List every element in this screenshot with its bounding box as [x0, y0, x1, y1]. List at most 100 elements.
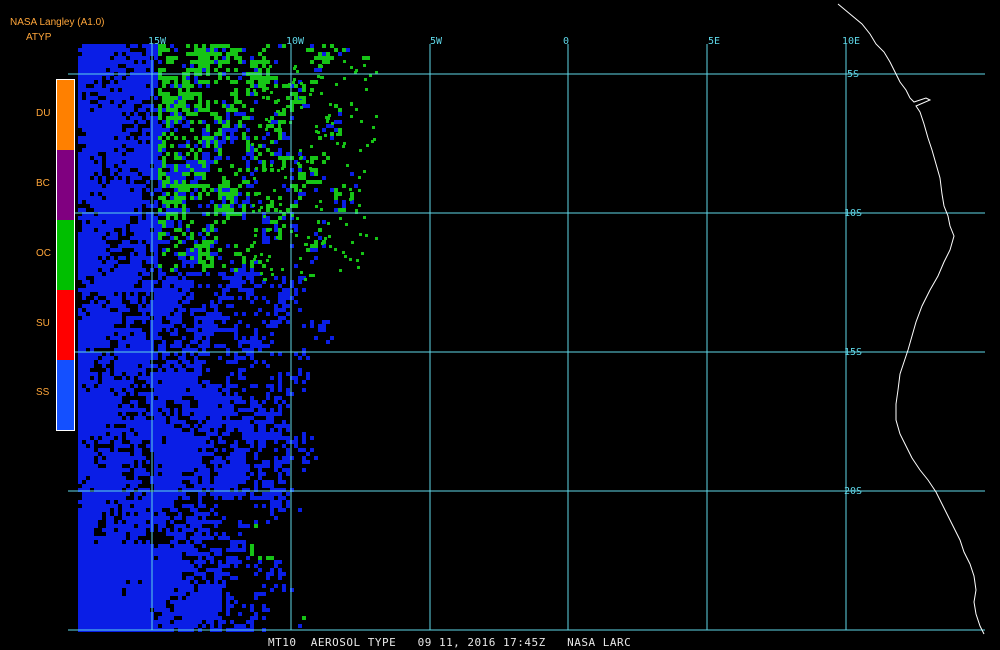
organic-carbon-pixel	[361, 252, 364, 255]
sea-salt-pixel	[174, 384, 178, 388]
sea-salt-pixel	[226, 284, 230, 288]
sea-salt-pixel	[90, 188, 94, 192]
organic-carbon-pixel	[330, 132, 334, 136]
sea-salt-pixel	[106, 228, 110, 232]
sea-salt-pixel	[106, 476, 110, 480]
sea-salt-pixel	[86, 380, 90, 384]
sea-salt-pixel	[158, 376, 162, 380]
sea-salt-pixel	[190, 604, 194, 608]
sea-salt-pixel	[118, 184, 122, 188]
sea-salt-pixel	[106, 160, 110, 164]
sea-salt-pixel	[326, 320, 330, 324]
organic-carbon-pixel	[202, 228, 206, 232]
sea-salt-pixel	[222, 400, 226, 404]
sea-salt-pixel	[134, 520, 138, 524]
sea-salt-pixel	[294, 376, 298, 380]
sea-salt-pixel	[86, 192, 90, 196]
organic-carbon-pixel	[325, 116, 328, 119]
sea-salt-pixel	[138, 360, 142, 364]
sea-salt-pixel	[138, 436, 142, 440]
sea-salt-pixel	[166, 384, 170, 388]
sea-salt-pixel	[134, 508, 138, 512]
sea-salt-pixel	[138, 240, 142, 244]
sea-salt-pixel	[122, 108, 126, 112]
sea-salt-pixel	[186, 400, 190, 404]
sea-salt-pixel	[106, 456, 110, 460]
sea-salt-pixel	[114, 224, 118, 228]
sea-salt-pixel	[94, 176, 98, 180]
sea-salt-pixel	[130, 152, 134, 156]
sea-salt-pixel	[94, 232, 98, 236]
sea-salt-pixel	[130, 336, 134, 340]
sea-salt-pixel	[146, 568, 150, 572]
sea-salt-pixel	[126, 76, 130, 80]
sea-salt-pixel	[270, 432, 274, 436]
sea-salt-pixel	[194, 308, 198, 312]
sea-salt-pixel	[86, 224, 90, 228]
sea-salt-pixel	[202, 388, 206, 392]
sea-salt-pixel	[86, 88, 90, 92]
sea-salt-pixel	[98, 508, 102, 512]
sea-salt-pixel	[278, 376, 282, 380]
sea-salt-pixel	[90, 132, 94, 136]
sea-salt-pixel	[310, 248, 314, 252]
sea-salt-pixel	[246, 288, 250, 292]
sea-salt-pixel	[166, 376, 170, 380]
sea-salt-pixel	[138, 76, 142, 80]
sea-salt-pixel	[194, 560, 198, 564]
sea-salt-pixel	[190, 280, 194, 284]
sea-salt-pixel	[118, 472, 122, 476]
sea-salt-pixel	[102, 400, 106, 404]
sea-salt-pixel	[270, 588, 274, 592]
sea-salt-pixel	[222, 584, 226, 588]
sea-salt-pixel	[78, 88, 82, 92]
sea-salt-pixel	[210, 324, 214, 328]
sea-salt-pixel	[254, 312, 258, 316]
organic-carbon-pixel	[310, 60, 314, 64]
organic-carbon-pixel	[162, 84, 166, 88]
sea-salt-pixel	[82, 568, 86, 572]
organic-carbon-pixel	[234, 56, 238, 60]
sea-salt-pixel	[194, 416, 198, 420]
sea-salt-pixel	[158, 132, 162, 136]
sea-salt-pixel	[106, 104, 110, 108]
sea-salt-pixel	[162, 520, 166, 524]
organic-carbon-pixel	[174, 196, 178, 200]
sea-salt-pixel	[98, 468, 102, 472]
sea-salt-pixel	[86, 540, 90, 544]
sea-salt-pixel	[114, 268, 118, 272]
sea-salt-pixel	[154, 132, 158, 136]
sea-salt-pixel	[90, 384, 94, 388]
sea-salt-pixel	[254, 404, 258, 408]
sea-salt-pixel	[162, 624, 166, 628]
sea-salt-pixel	[174, 620, 178, 624]
sea-salt-pixel	[142, 508, 146, 512]
sea-salt-pixel	[126, 556, 130, 560]
sea-salt-pixel	[94, 112, 98, 116]
sea-salt-pixel	[154, 548, 158, 552]
sea-salt-pixel	[178, 280, 182, 284]
sea-salt-pixel	[146, 544, 150, 548]
sea-salt-pixel	[78, 456, 82, 460]
sea-salt-pixel	[82, 496, 86, 500]
sea-salt-pixel	[110, 452, 114, 456]
sea-salt-pixel	[90, 180, 94, 184]
sea-salt-pixel	[118, 56, 122, 60]
sea-salt-pixel	[130, 408, 134, 412]
sea-salt-pixel	[270, 496, 274, 500]
sea-salt-pixel	[154, 136, 158, 140]
sea-salt-pixel	[226, 288, 230, 292]
sea-salt-pixel	[198, 584, 202, 588]
organic-carbon-pixel	[162, 184, 166, 188]
sea-salt-pixel	[118, 216, 122, 220]
sea-salt-pixel	[90, 452, 94, 456]
sea-salt-pixel	[166, 364, 170, 368]
sea-salt-pixel	[258, 424, 262, 428]
sea-salt-pixel	[98, 108, 102, 112]
sea-salt-pixel	[90, 360, 94, 364]
sea-salt-pixel	[86, 452, 90, 456]
sea-salt-pixel	[194, 424, 198, 428]
sea-salt-pixel	[206, 324, 210, 328]
sea-salt-pixel	[242, 428, 246, 432]
sea-salt-pixel	[202, 396, 206, 400]
